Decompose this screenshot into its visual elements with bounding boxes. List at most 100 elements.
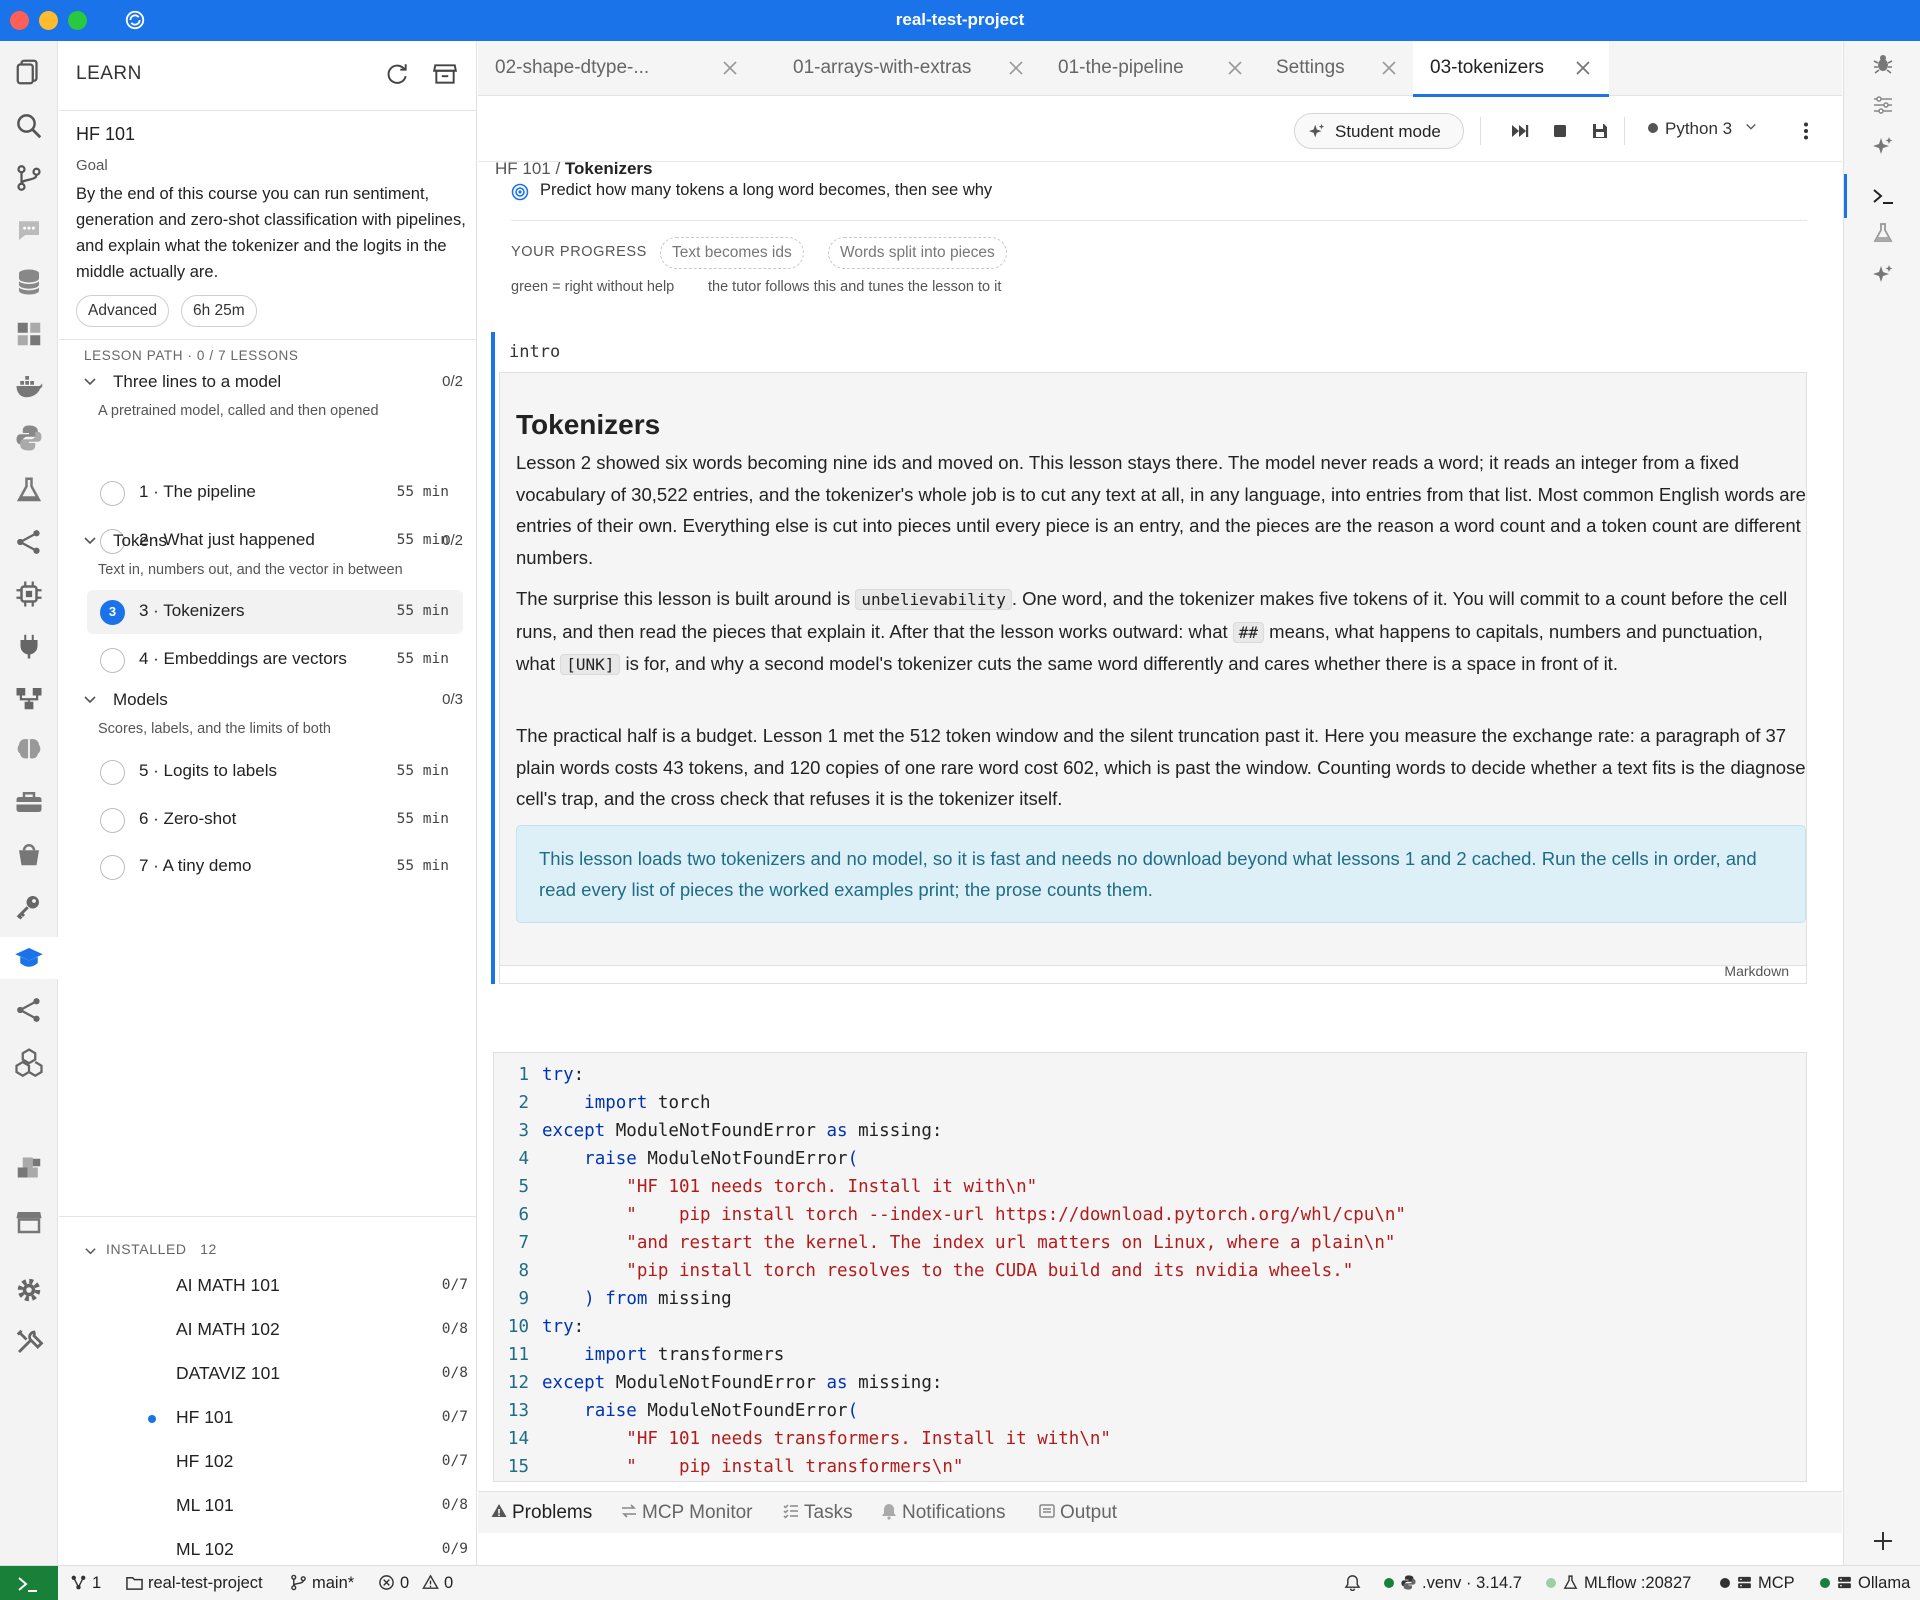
code-line: 8 "pip install torch resolves to the CUD… [494,1261,1794,1289]
installed-course[interactable]: AI MATH 102 0/8 [118,1311,468,1347]
tab-01-the-pipeline[interactable]: 01-the-pipeline [1041,41,1259,96]
tab-03-tokenizers[interactable]: 03-tokenizers [1413,41,1609,97]
toolbox-icon[interactable] [8,781,50,823]
graph-nodes-icon[interactable] [8,521,50,563]
panel-tab-problems[interactable]: Problems [490,1502,592,1524]
explorer-icon[interactable] [8,51,50,93]
close-icon[interactable] [720,58,740,78]
mlflow-server[interactable]: MLflow :20827 [1546,1574,1691,1593]
notifications-bell[interactable] [1344,1574,1366,1593]
editor-area: 02-shape-dtype-... 01-arrays-with-extras… [478,41,1842,1565]
add-icon[interactable] [1871,1529,1895,1553]
student-mode-button[interactable]: Student mode [1294,113,1464,149]
learn-graduation-cap-icon[interactable] [0,937,58,979]
more-options-icon[interactable] [1796,121,1816,141]
stop-icon[interactable] [1550,121,1570,141]
installed-chevron-down-icon[interactable] [84,1245,97,1258]
source-control-icon[interactable] [8,157,50,199]
tools-icon[interactable] [8,1321,50,1363]
search-icon[interactable] [8,105,50,147]
markdown-cell[interactable]: intro Tokenizers Lesson 2 showed six wor… [491,332,1807,984]
module-tokens[interactable]: Tokens 0/2 [83,528,463,558]
docker-icon[interactable] [8,365,50,407]
lesson-item[interactable]: 6 · Zero-shot 55 min [87,798,463,842]
tab-label: 01-arrays-with-extras [793,57,972,78]
module-count: 0/2 [442,373,463,390]
bug-icon[interactable] [1871,51,1895,75]
close-icon[interactable] [1379,58,1399,78]
installed-course-count: 0/7 [441,1277,468,1293]
flask-icon[interactable] [1871,221,1895,245]
installed-course[interactable]: ML 102 0/9 [118,1531,468,1567]
installed-course[interactable]: HF 102 0/7 [118,1443,468,1479]
close-icon[interactable] [1573,58,1593,78]
course-store-icon[interactable] [432,61,458,87]
python-icon[interactable] [8,417,50,459]
lesson-item[interactable]: 5 · Logits to labels 55 min [87,750,463,794]
run-all-icon[interactable] [1510,121,1530,141]
extensions-icon[interactable] [8,1149,50,1191]
python-env[interactable]: .venv · 3.14.7 [1384,1574,1522,1593]
close-icon[interactable] [1225,58,1245,78]
terminal-toggle-button[interactable] [0,1566,58,1600]
project-folder[interactable]: real-test-project [126,1574,263,1593]
store-icon[interactable] [8,1201,50,1243]
code-cell[interactable]: 1 try: 2 import torch 3 except ModuleNotFoun… [493,1052,1807,1482]
share-nodes-icon[interactable] [8,989,50,1031]
mcp-server[interactable]: MCP [1720,1574,1795,1593]
chat-icon[interactable] [8,209,50,251]
refresh-icon[interactable] [384,61,410,87]
ollama-server[interactable]: Ollama [1820,1574,1910,1593]
key-icon[interactable] [8,885,50,927]
panel-tab-tasks[interactable]: Tasks [782,1502,853,1524]
server-icon [1838,1576,1851,1589]
ai-sparkle-icon[interactable] [1871,263,1895,287]
lab-flask-icon[interactable] [8,469,50,511]
bucket-icon[interactable] [8,833,50,875]
installed-course[interactable]: AI MATH 101 0/7 [118,1267,468,1303]
panel-tab-mcp-monitor[interactable]: MCP Monitor [620,1502,753,1524]
panel-tab-output[interactable]: Output [1038,1502,1117,1524]
code-line: 14 "HF 101 needs transformers. Install i… [494,1429,1794,1457]
chip-icon[interactable] [8,573,50,615]
database-icon[interactable] [8,261,50,303]
lesson-item[interactable]: 1 · The pipeline 55 min [87,471,463,515]
sliders-icon[interactable] [1871,93,1895,117]
code-source: import torch [584,1093,711,1113]
installed-course[interactable]: DATAVIZ 101 0/8 [118,1355,468,1391]
ai-sparkle-icon[interactable] [1871,135,1895,159]
module-three-lines[interactable]: Three lines to a model 0/2 [83,369,463,399]
lesson-item[interactable]: 7 · A tiny demo 55 min [87,845,463,889]
installed-course-current[interactable]: HF 101 0/7 [118,1399,468,1435]
code-source: except ModuleNotFoundError as missing: [542,1121,943,1141]
code-line: 5 "HF 101 needs torch. Install it with\n… [494,1177,1794,1205]
installed-course[interactable]: ML 101 0/8 [118,1487,468,1523]
tab-settings[interactable]: Settings [1259,41,1413,96]
cubes-icon[interactable] [8,1041,50,1083]
settings-gear-icon[interactable] [8,1269,50,1311]
module-models[interactable]: Models 0/3 [83,687,463,717]
code-line: 6 " pip install torch --index-url https:… [494,1205,1794,1233]
git-branch[interactable]: main* [290,1574,354,1593]
kernel-selector[interactable]: Python 3 [1648,119,1757,139]
brain-icon[interactable] [8,729,50,771]
close-icon[interactable] [1006,58,1026,78]
save-icon[interactable] [1590,121,1610,141]
folders-icon[interactable] [8,313,50,355]
terminal-icon[interactable] [1871,184,1895,208]
plug-icon[interactable] [8,625,50,667]
right-activity-bar [1843,41,1920,1565]
line-number: 6 [518,1205,529,1225]
code-source: " pip install transformers\n" [626,1457,964,1477]
lesson-item[interactable]: 4 · Embeddings are vectors 55 min [87,638,463,682]
warnings-count[interactable]: 0 [422,1574,453,1593]
pipeline-icon[interactable] [8,677,50,719]
errors-count[interactable]: 0 [378,1574,409,1593]
lesson-item-active[interactable]: 3 3 · Tokenizers 55 min [87,590,463,634]
code-line: 12 except ModuleNotFoundError as missing: [494,1373,1794,1401]
panel-tab-notifications[interactable]: Notifications [880,1502,1006,1524]
tab-01-arrays-with-extras[interactable]: 01-arrays-with-extras [776,41,1041,96]
module-name: Three lines to a model [113,372,282,391]
ports-indicator[interactable]: 1 [70,1574,101,1593]
tab-02-shape-dtype[interactable]: 02-shape-dtype-... [478,41,776,96]
